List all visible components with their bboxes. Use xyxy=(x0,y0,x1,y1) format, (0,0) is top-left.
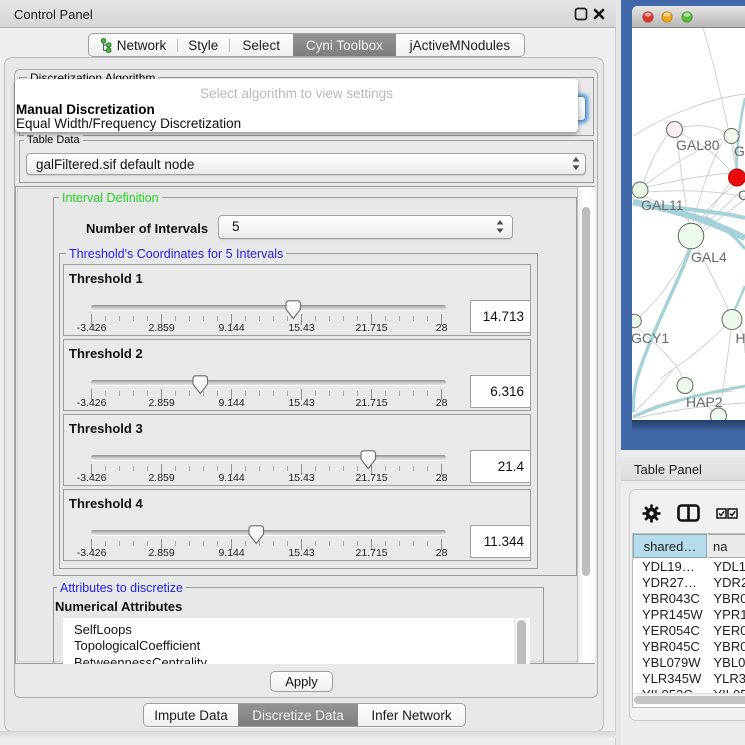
svg-text:HAP1: HAP1 xyxy=(736,330,745,346)
svg-text:GAL80: GAL80 xyxy=(676,137,720,153)
svg-text:CY: CY xyxy=(738,187,745,203)
svg-text:HAP2: HAP2 xyxy=(686,394,723,410)
svg-text:GCY1: GCY1 xyxy=(632,330,669,346)
svg-text:GAL1: GAL1 xyxy=(734,143,745,159)
svg-text:GAL4: GAL4 xyxy=(691,249,727,265)
svg-text:GAL11: GAL11 xyxy=(641,197,684,213)
